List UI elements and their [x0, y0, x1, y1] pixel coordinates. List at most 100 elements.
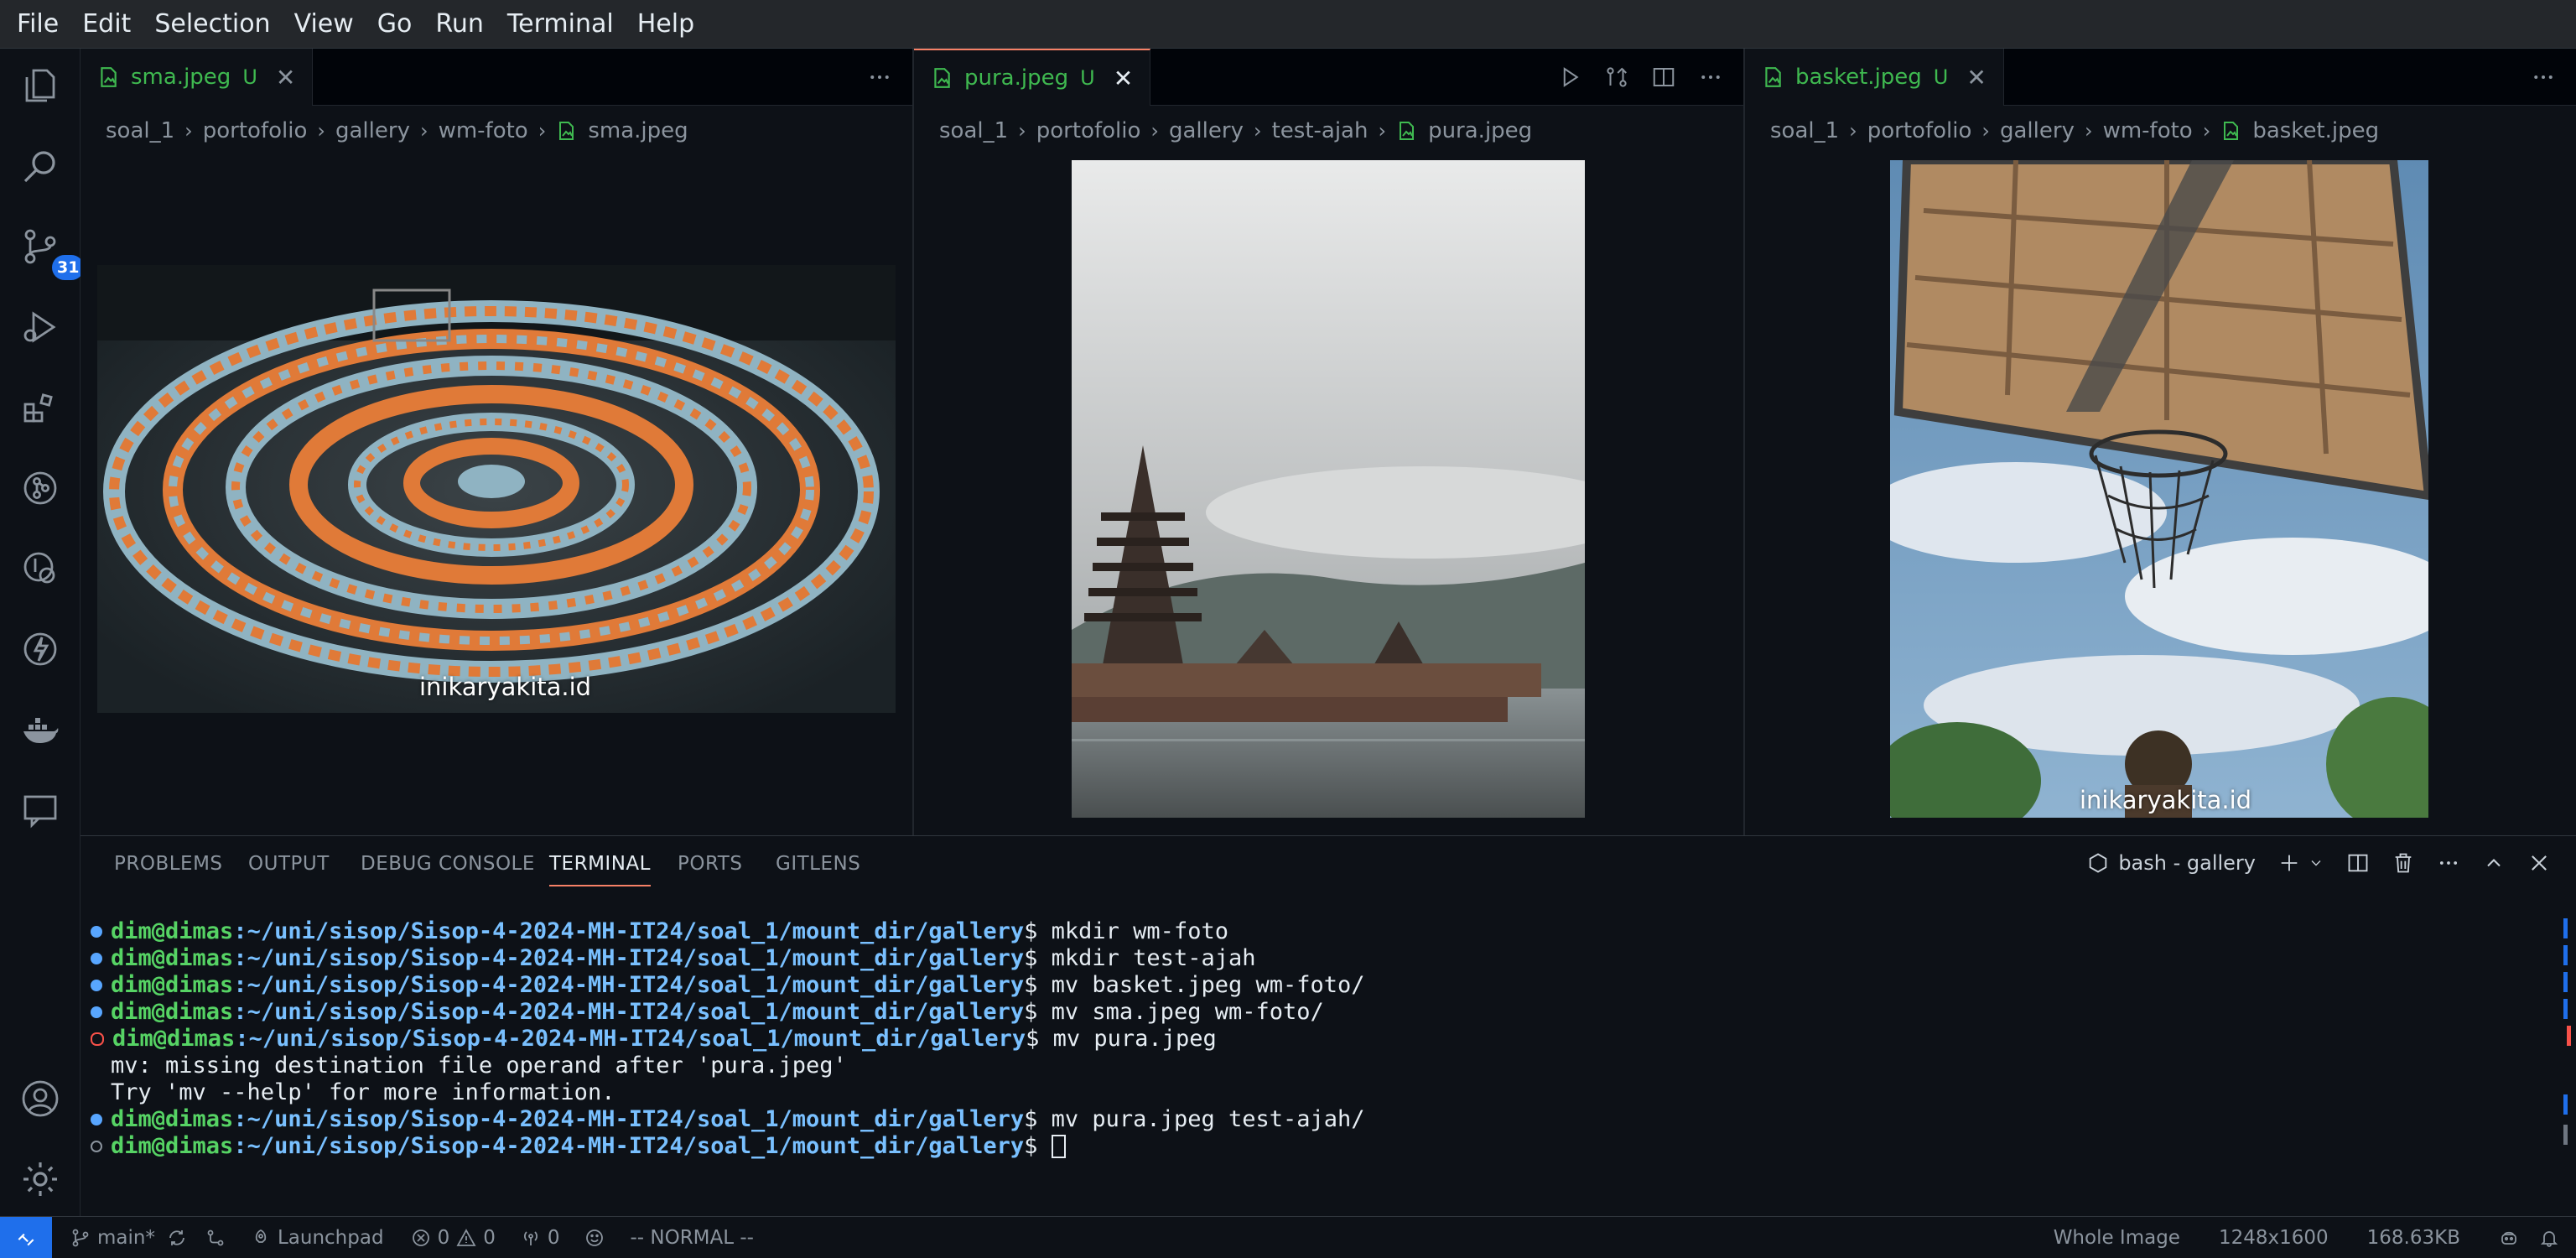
sync-button[interactable]: [167, 1228, 187, 1248]
terminal-shell-icon: [2090, 853, 2107, 873]
command-decoration-icon[interactable]: [91, 926, 102, 938]
breadcrumb-item[interactable]: sma.jpeg: [588, 118, 688, 143]
source-control-icon[interactable]: 31: [18, 225, 85, 280]
breadcrumb-item[interactable]: test-ajah: [1272, 118, 1368, 143]
breadcrumb-item[interactable]: basket.jpeg: [2252, 118, 2379, 143]
more-actions-icon[interactable]: [867, 65, 892, 90]
terminal-line: dim@dimas:~/uni/sisop/Sisop-4-2024-MH-IT…: [91, 945, 1365, 972]
problems-indicator[interactable]: 0 0: [411, 1227, 496, 1249]
tab-ports[interactable]: PORTS: [678, 853, 742, 875]
settings-gear-icon[interactable]: [18, 1157, 62, 1201]
more-actions-icon[interactable]: [2437, 851, 2460, 875]
breadcrumb-item[interactable]: portofolio: [1867, 118, 1972, 143]
lightning-icon[interactable]: [18, 627, 62, 671]
breadcrumb-item[interactable]: soal_1: [1770, 118, 1839, 143]
split-terminal-icon[interactable]: [2346, 851, 2370, 875]
close-tab-icon[interactable]: ✕: [1966, 64, 1986, 91]
run-debug-icon[interactable]: [18, 305, 62, 349]
remote-explorer-icon[interactable]: [18, 547, 62, 590]
docker-icon[interactable]: [18, 708, 62, 751]
tab-gitlens[interactable]: GITLENS: [776, 853, 860, 875]
menu-selection[interactable]: Selection: [143, 0, 282, 49]
copilot-button[interactable]: [2499, 1228, 2519, 1248]
editor-actions: [2531, 49, 2556, 106]
tab-pura-jpeg[interactable]: pura.jpeg U ✕: [914, 49, 1151, 106]
close-tab-icon[interactable]: ✕: [276, 64, 295, 91]
breadcrumb-item[interactable]: portofolio: [203, 118, 308, 143]
more-actions-icon[interactable]: [1698, 65, 1723, 90]
terminal-output[interactable]: dim@dimas :~/uni/sisop/Sisop-4-2024-MH-IT…: [91, 918, 1365, 1160]
breadcrumb-item[interactable]: pura.jpeg: [1428, 118, 1532, 143]
more-actions-icon[interactable]: [2531, 65, 2556, 90]
close-tab-icon[interactable]: ✕: [1114, 65, 1133, 92]
breadcrumb: soal_1 › portofolio › gallery › wm-foto › ba…: [1745, 106, 2576, 156]
command-decoration-icon[interactable]: [91, 953, 102, 964]
git-graph-icon[interactable]: [18, 466, 62, 510]
compare-changes-icon[interactable]: [1604, 65, 1629, 90]
view-mode[interactable]: Whole Image: [2054, 1227, 2180, 1249]
tab-basket-jpeg[interactable]: basket.jpeg U ✕: [1745, 49, 2004, 106]
search-icon[interactable]: [18, 144, 62, 188]
extensions-icon[interactable]: [18, 386, 62, 429]
breadcrumb: soal_1 › portofolio › gallery › test-ajah › …: [914, 106, 1743, 156]
breadcrumb-item[interactable]: portofolio: [1036, 118, 1141, 143]
breadcrumb-item[interactable]: gallery: [2000, 118, 2075, 143]
comments-icon[interactable]: [18, 788, 62, 832]
menu-run[interactable]: Run: [423, 0, 496, 49]
error-decoration-icon[interactable]: [91, 1032, 104, 1046]
image-preview-sma: inikaryakita.id: [97, 265, 896, 713]
terminal-line: dim@dimas:~/uni/sisop/Sisop-4-2024-MH-IT…: [91, 972, 1365, 999]
terminal-scroll-markers: [2563, 918, 2571, 1170]
chevron-right-icon: ›: [1018, 119, 1026, 143]
terminal-selector[interactable]: bash - gallery: [2086, 851, 2256, 875]
image-file-size: 168.63KB: [2367, 1227, 2460, 1249]
tab-terminal[interactable]: TERMINAL: [549, 853, 651, 886]
breadcrumb-item[interactable]: gallery: [1169, 118, 1244, 143]
feedback-button[interactable]: [584, 1228, 605, 1248]
prompt-user: dim@dimas: [111, 945, 234, 971]
menu-file[interactable]: File: [5, 0, 70, 49]
ports-indicator[interactable]: 0: [521, 1227, 559, 1249]
editor-group-2: pura.jpeg U ✕ soal_1 › portofolio › galler…: [914, 49, 1743, 835]
trash-icon[interactable]: [2392, 851, 2415, 875]
close-panel-icon[interactable]: [2527, 851, 2551, 875]
chevron-right-icon: ›: [2202, 119, 2211, 143]
menu-view[interactable]: View: [283, 0, 366, 49]
tab-output[interactable]: OUTPUT: [248, 853, 330, 875]
command-decoration-icon[interactable]: [91, 1114, 102, 1125]
tab-sma-jpeg[interactable]: sma.jpeg U ✕: [80, 49, 314, 106]
new-terminal-icon[interactable]: [2277, 851, 2301, 875]
git-graph-button[interactable]: [205, 1228, 226, 1248]
tab-problems[interactable]: PROBLEMS: [114, 853, 223, 875]
command-decoration-icon[interactable]: [91, 1141, 102, 1152]
account-icon[interactable]: [18, 1077, 62, 1120]
run-icon[interactable]: [1557, 65, 1582, 90]
chevron-down-icon[interactable]: [2308, 855, 2324, 871]
branch-indicator[interactable]: main*: [70, 1227, 155, 1249]
prompt-path: :~/uni/sisop/Sisop-4-2024-MH-IT24/soal_1…: [233, 1133, 1025, 1159]
editor-actions: [867, 49, 892, 106]
chevron-right-icon: ›: [1981, 119, 1990, 143]
menu-go[interactable]: Go: [366, 0, 424, 49]
command-decoration-icon[interactable]: [91, 1006, 102, 1018]
tab-debug-console[interactable]: DEBUG CONSOLE: [361, 853, 535, 875]
maximize-panel-icon[interactable]: [2482, 851, 2506, 875]
breadcrumb-item[interactable]: soal_1: [106, 118, 174, 143]
breadcrumb-item[interactable]: soal_1: [939, 118, 1008, 143]
prompt-path: :~/uni/sisop/Sisop-4-2024-MH-IT24/soal_1…: [235, 1026, 1026, 1052]
breadcrumb: soal_1 › portofolio › gallery › wm-foto › sm…: [80, 106, 912, 156]
breadcrumb-item[interactable]: wm-foto: [439, 118, 528, 143]
breadcrumb-item[interactable]: wm-foto: [2103, 118, 2193, 143]
breadcrumb-item[interactable]: gallery: [335, 118, 410, 143]
command-decoration-icon[interactable]: [91, 980, 102, 991]
menu-edit[interactable]: Edit: [70, 0, 143, 49]
menu-help[interactable]: Help: [626, 0, 706, 49]
status-bar: main* Launchpad 0 0 0 -- NORMAL -- Whole…: [0, 1216, 2576, 1258]
terminal-line: dim@dimas:~/uni/sisop/Sisop-4-2024-MH-IT…: [91, 1133, 1365, 1160]
launchpad-button[interactable]: Launchpad: [251, 1227, 384, 1249]
notifications-button[interactable]: [2539, 1228, 2559, 1248]
remote-indicator[interactable]: [0, 1216, 52, 1258]
split-editor-icon[interactable]: [1651, 65, 1676, 90]
menu-terminal[interactable]: Terminal: [496, 0, 626, 49]
explorer-icon[interactable]: [18, 64, 62, 107]
